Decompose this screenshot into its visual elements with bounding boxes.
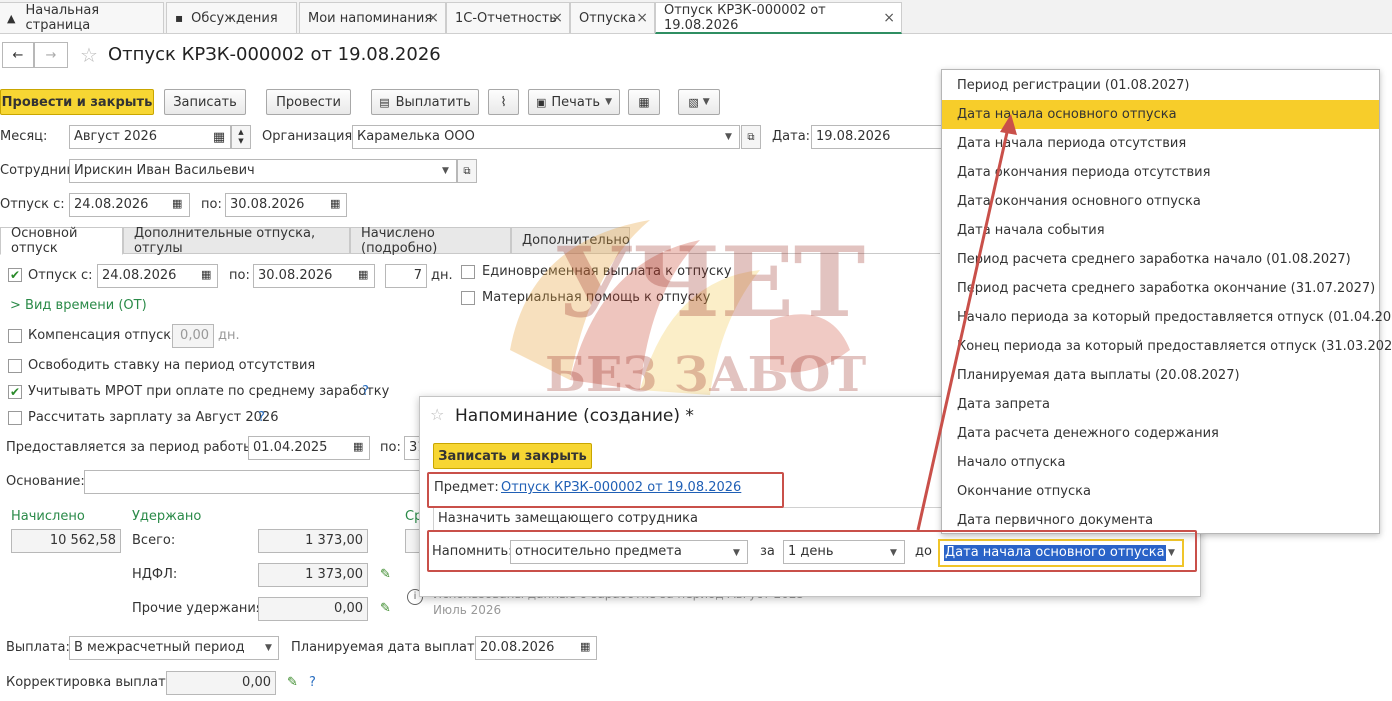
annotation-arrow: [916, 114, 1017, 531]
